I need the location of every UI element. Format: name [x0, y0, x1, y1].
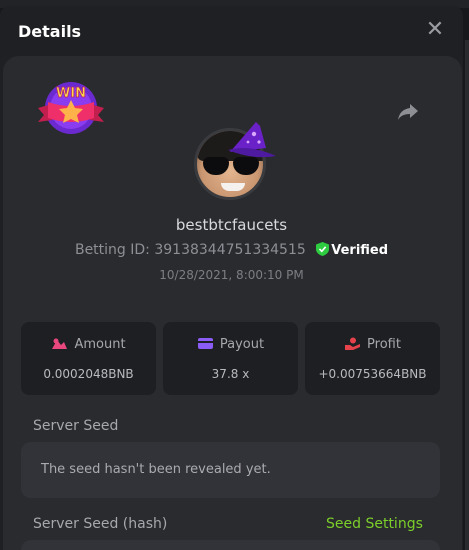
- betting-id-value: 39138344751334515: [154, 242, 306, 258]
- server-seed-field[interactable]: The seed hasn't been revealed yet.: [21, 442, 440, 498]
- betting-id-row: Betting ID: 39138344751334515 Verified: [0, 242, 463, 258]
- server-seed-message: The seed hasn't been revealed yet.: [41, 462, 271, 477]
- stat-profit-value: +0.00753664BNB: [318, 367, 427, 381]
- stat-amount: Amount 0.0002048BNB: [21, 322, 156, 395]
- stat-payout-value: 37.8 x: [211, 367, 250, 381]
- stat-payout: Payout 37.8 x: [163, 322, 298, 395]
- stat-amount-label: Amount: [74, 337, 126, 352]
- close-icon[interactable]: ✕: [425, 19, 445, 41]
- stat-amount-value: 0.0002048BNB: [43, 367, 134, 381]
- win-badge-text: WIN: [56, 86, 86, 101]
- witch-hat-icon: [228, 122, 276, 158]
- share-icon[interactable]: [396, 102, 420, 122]
- username: bestbtcfaucets: [175, 216, 288, 234]
- avatar: [192, 118, 278, 202]
- server-seed-hash-label: Server Seed (hash): [33, 516, 168, 532]
- server-seed-label: Server Seed: [33, 418, 119, 434]
- betting-id-label: Betting ID:: [74, 242, 150, 258]
- stat-payout-label: Payout: [219, 337, 265, 352]
- win-badge-icon: WIN: [38, 82, 104, 134]
- background-edge: [465, 40, 469, 550]
- amount-icon: [52, 338, 68, 349]
- stat-profit-label: Profit: [367, 337, 401, 352]
- stat-profit: Profit +0.00753664BNB: [305, 322, 440, 395]
- seed-settings-link[interactable]: Seed Settings: [326, 516, 423, 532]
- modal-title: Details: [18, 22, 82, 41]
- server-seed-hash-field[interactable]: [21, 540, 440, 550]
- bet-timestamp: 10/28/2021, 8:00:10 PM: [159, 268, 304, 282]
- payout-card-icon: [197, 338, 213, 349]
- verified-shield-icon: [316, 242, 330, 256]
- verified-label: Verified: [331, 243, 389, 258]
- profit-hand-icon: [345, 337, 361, 350]
